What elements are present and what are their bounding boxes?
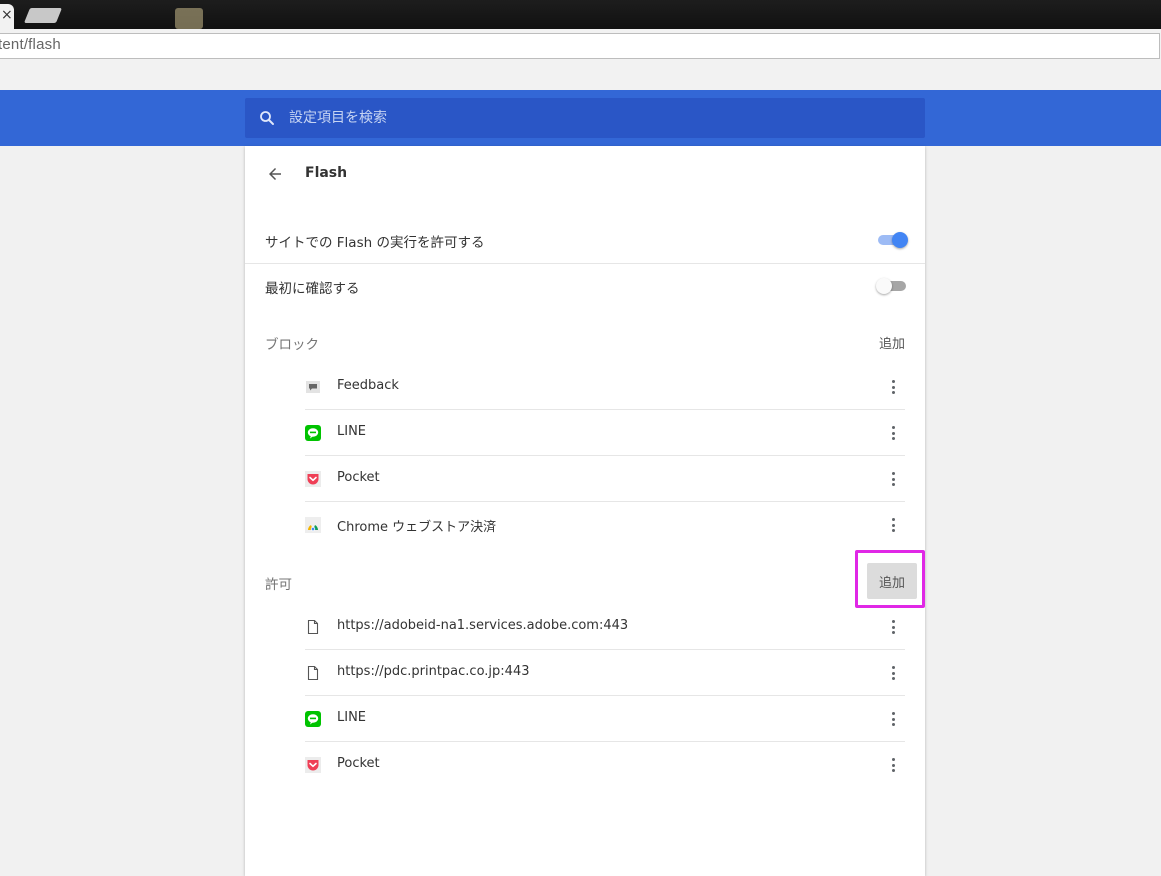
allow-site-row[interactable]: Pocket <box>305 742 905 788</box>
chrome-icon <box>305 517 321 533</box>
toolbar: tent/flash <box>0 29 1161 91</box>
site-name: Pocket <box>337 756 380 771</box>
pocket-icon <box>305 757 321 773</box>
url-text[interactable]: tent/flash <box>0 36 61 53</box>
allow-site-list: https://adobeid-na1.services.adobe.com:4… <box>305 604 905 788</box>
more-actions-icon[interactable] <box>881 467 905 491</box>
site-name: https://pdc.printpac.co.jp:443 <box>337 664 530 679</box>
more-actions-icon[interactable] <box>881 421 905 445</box>
line-icon <box>305 425 321 441</box>
search-input[interactable] <box>289 98 889 138</box>
tab-close-icon[interactable]: × <box>1 4 13 26</box>
more-actions-icon[interactable] <box>881 753 905 777</box>
more-actions-icon[interactable] <box>881 375 905 399</box>
site-name: Feedback <box>337 378 399 393</box>
ask-first-toggle[interactable] <box>876 278 908 294</box>
new-tab-button[interactable] <box>23 8 63 23</box>
desktop-background <box>175 8 203 29</box>
allow-site-row[interactable]: https://adobeid-na1.services.adobe.com:4… <box>305 604 905 650</box>
block-add-button[interactable]: 追加 <box>867 324 917 360</box>
toggle-knob <box>876 278 892 294</box>
back-arrow-icon <box>269 168 281 180</box>
block-site-row[interactable]: Chrome ウェブストア決済 <box>305 502 905 548</box>
block-site-row[interactable]: Feedback <box>305 364 905 410</box>
page-title: Flash <box>305 165 348 181</box>
allow-add-button[interactable]: 追加 <box>867 563 917 599</box>
page-icon <box>307 665 319 681</box>
allow-site-row[interactable]: LINE <box>305 696 905 742</box>
ask-first-label: 最初に確認する <box>265 281 360 297</box>
allow-flash-label: サイトでの Flash の実行を許可する <box>265 235 485 251</box>
flash-settings-card: Flash サイトでの Flash の実行を許可する 最初に確認する ブロック … <box>245 146 925 876</box>
back-button[interactable] <box>261 160 289 188</box>
block-section-title: ブロック <box>265 337 319 353</box>
allow-section-title: 許可 <box>265 577 292 593</box>
allow-flash-row[interactable]: サイトでの Flash の実行を許可する <box>245 217 925 263</box>
search-icon <box>260 111 274 125</box>
page-icon <box>307 619 319 635</box>
toggle-knob <box>892 232 908 248</box>
block-site-row[interactable]: Pocket <box>305 456 905 502</box>
line-icon <box>305 711 321 727</box>
site-name: LINE <box>337 424 367 439</box>
more-actions-icon[interactable] <box>881 615 905 639</box>
more-actions-icon[interactable] <box>881 513 905 537</box>
more-actions-icon[interactable] <box>881 707 905 731</box>
site-name: Pocket <box>337 470 380 485</box>
pocket-icon <box>305 471 321 487</box>
site-name: https://adobeid-na1.services.adobe.com:4… <box>337 618 629 633</box>
settings-header <box>0 90 1161 146</box>
search-box[interactable] <box>245 98 925 138</box>
site-name: LINE <box>337 710 367 725</box>
tab-strip: × <box>0 0 1161 29</box>
block-site-row[interactable]: LINE <box>305 410 905 456</box>
more-actions-icon[interactable] <box>881 661 905 685</box>
allow-site-row[interactable]: https://pdc.printpac.co.jp:443 <box>305 650 905 696</box>
feedback-icon <box>306 381 320 393</box>
allow-flash-toggle[interactable] <box>878 232 908 248</box>
address-bar[interactable]: tent/flash <box>0 33 1160 59</box>
ask-first-row[interactable]: 最初に確認する <box>245 263 925 309</box>
site-name: Chrome ウェブストア決済 <box>337 520 497 535</box>
block-site-list: Feedback LINE Pocket Chrome ウェブストア決済 <box>305 364 905 548</box>
